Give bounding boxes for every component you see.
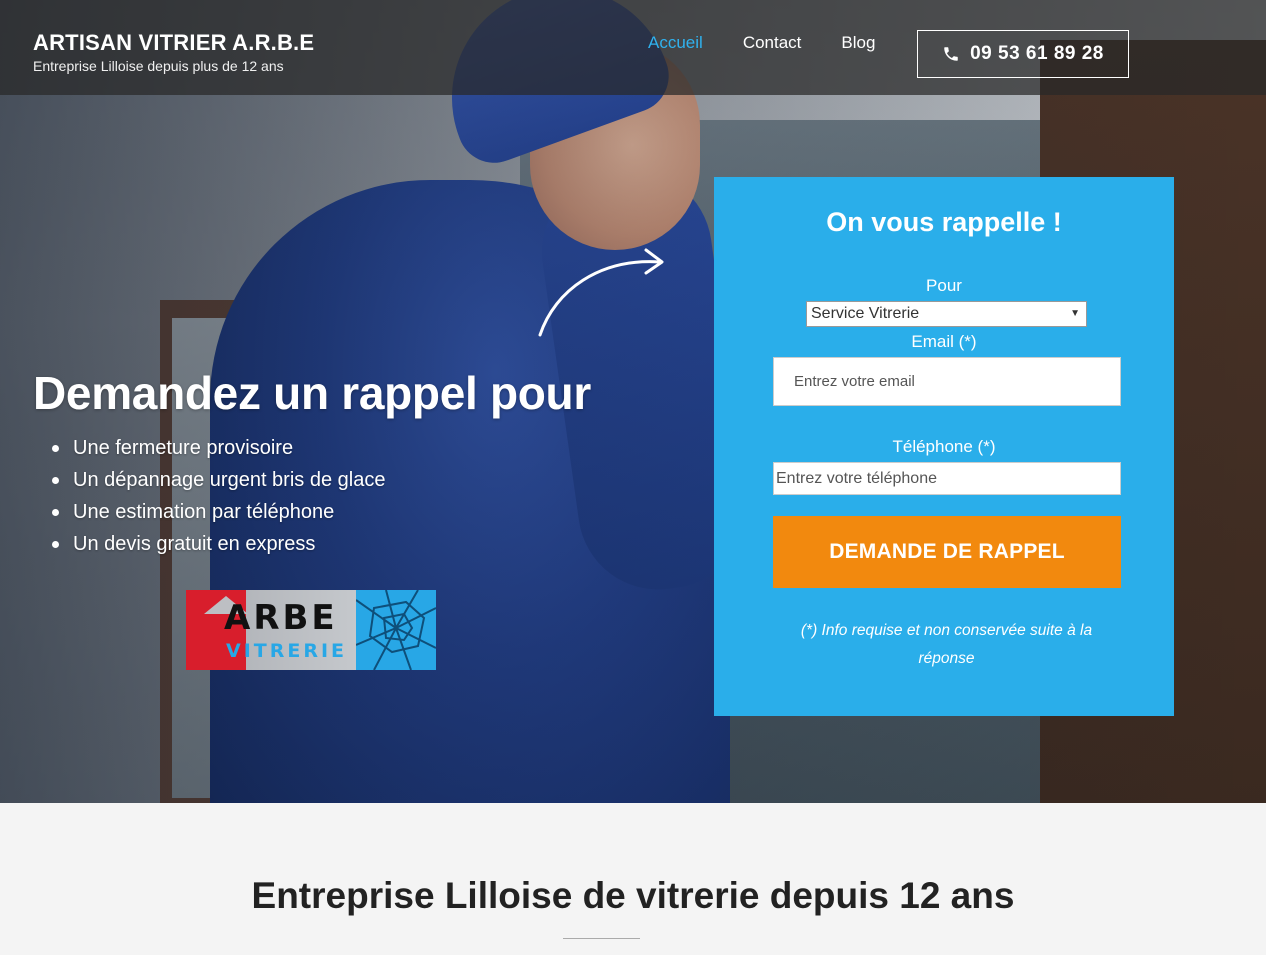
hero-headline: Demandez un rappel pour: [33, 367, 591, 419]
bullet-icon: [52, 508, 59, 516]
phone-number: 09 53 61 89 28: [970, 43, 1104, 64]
section-divider: [563, 938, 640, 939]
bullet-icon: [52, 476, 59, 484]
phone-icon: [944, 47, 958, 61]
service-select[interactable]: Service Vitrerie ▼: [806, 301, 1087, 327]
phone-call-button[interactable]: 09 53 61 89 28: [917, 30, 1129, 78]
chevron-down-icon: ▼: [1070, 308, 1080, 319]
bullet-icon: [52, 444, 59, 452]
email-label: Email (*): [911, 332, 977, 351]
curved-arrow-icon: [538, 248, 664, 337]
arbe-vitrerie-logo: ARBE VITRERIE: [186, 590, 436, 670]
list-item-label: Un dépannage urgent bris de glace: [73, 469, 386, 491]
list-item-label: Une fermeture provisoire: [73, 437, 294, 459]
section-title: Entreprise Lilloise de vitrerie depuis 1…: [251, 875, 1015, 916]
list-item: Un dépannage urgent bris de glace: [52, 464, 385, 496]
telephone-field[interactable]: [773, 462, 1121, 495]
brand-title[interactable]: ARTISAN VITRIER A.R.B.E: [33, 30, 314, 56]
email-field[interactable]: [773, 357, 1121, 406]
logo-wordmark: ARBE VITRERIE: [186, 590, 356, 670]
broken-glass-icon: [356, 590, 436, 670]
service-select-value: Service Vitrerie: [811, 305, 920, 322]
request-callback-button[interactable]: DEMANDE DE RAPPEL: [773, 516, 1121, 588]
list-item: Une estimation par téléphone: [52, 496, 385, 528]
nav-link-contact[interactable]: Contact: [743, 33, 802, 53]
callback-form-panel: On vous rappelle ! Pour Service Vitrerie…: [714, 177, 1174, 716]
brand-subtitle: Entreprise Lilloise depuis plus de 12 an…: [33, 58, 284, 74]
nav-link-blog[interactable]: Blog: [841, 33, 875, 53]
list-item: Un devis gratuit en express: [52, 528, 385, 560]
top-navigation-bar: ARTISAN VITRIER A.R.B.E Entreprise Lillo…: [0, 0, 1266, 95]
form-title: On vous rappelle !: [826, 207, 1062, 237]
list-item-label: Une estimation par téléphone: [73, 501, 335, 523]
logo-text-arbe: ARBE: [224, 598, 338, 638]
telephone-label: Téléphone (*): [892, 437, 996, 456]
main-nav: Accueil Contact Blog: [648, 33, 875, 53]
list-item: Une fermeture provisoire: [52, 432, 385, 464]
nav-link-accueil[interactable]: Accueil: [648, 33, 703, 53]
bullet-icon: [52, 540, 59, 548]
intro-section: Entreprise Lilloise de vitrerie depuis 1…: [0, 803, 1266, 955]
benefits-list: Une fermeture provisoire Un dépannage ur…: [52, 432, 385, 560]
required-info-note: (*) Info requise et non conservée suite …: [800, 622, 1093, 667]
logo-text-vitrerie: VITRERIE: [226, 640, 348, 662]
service-label: Pour: [926, 276, 962, 295]
list-item-label: Un devis gratuit en express: [73, 533, 316, 555]
